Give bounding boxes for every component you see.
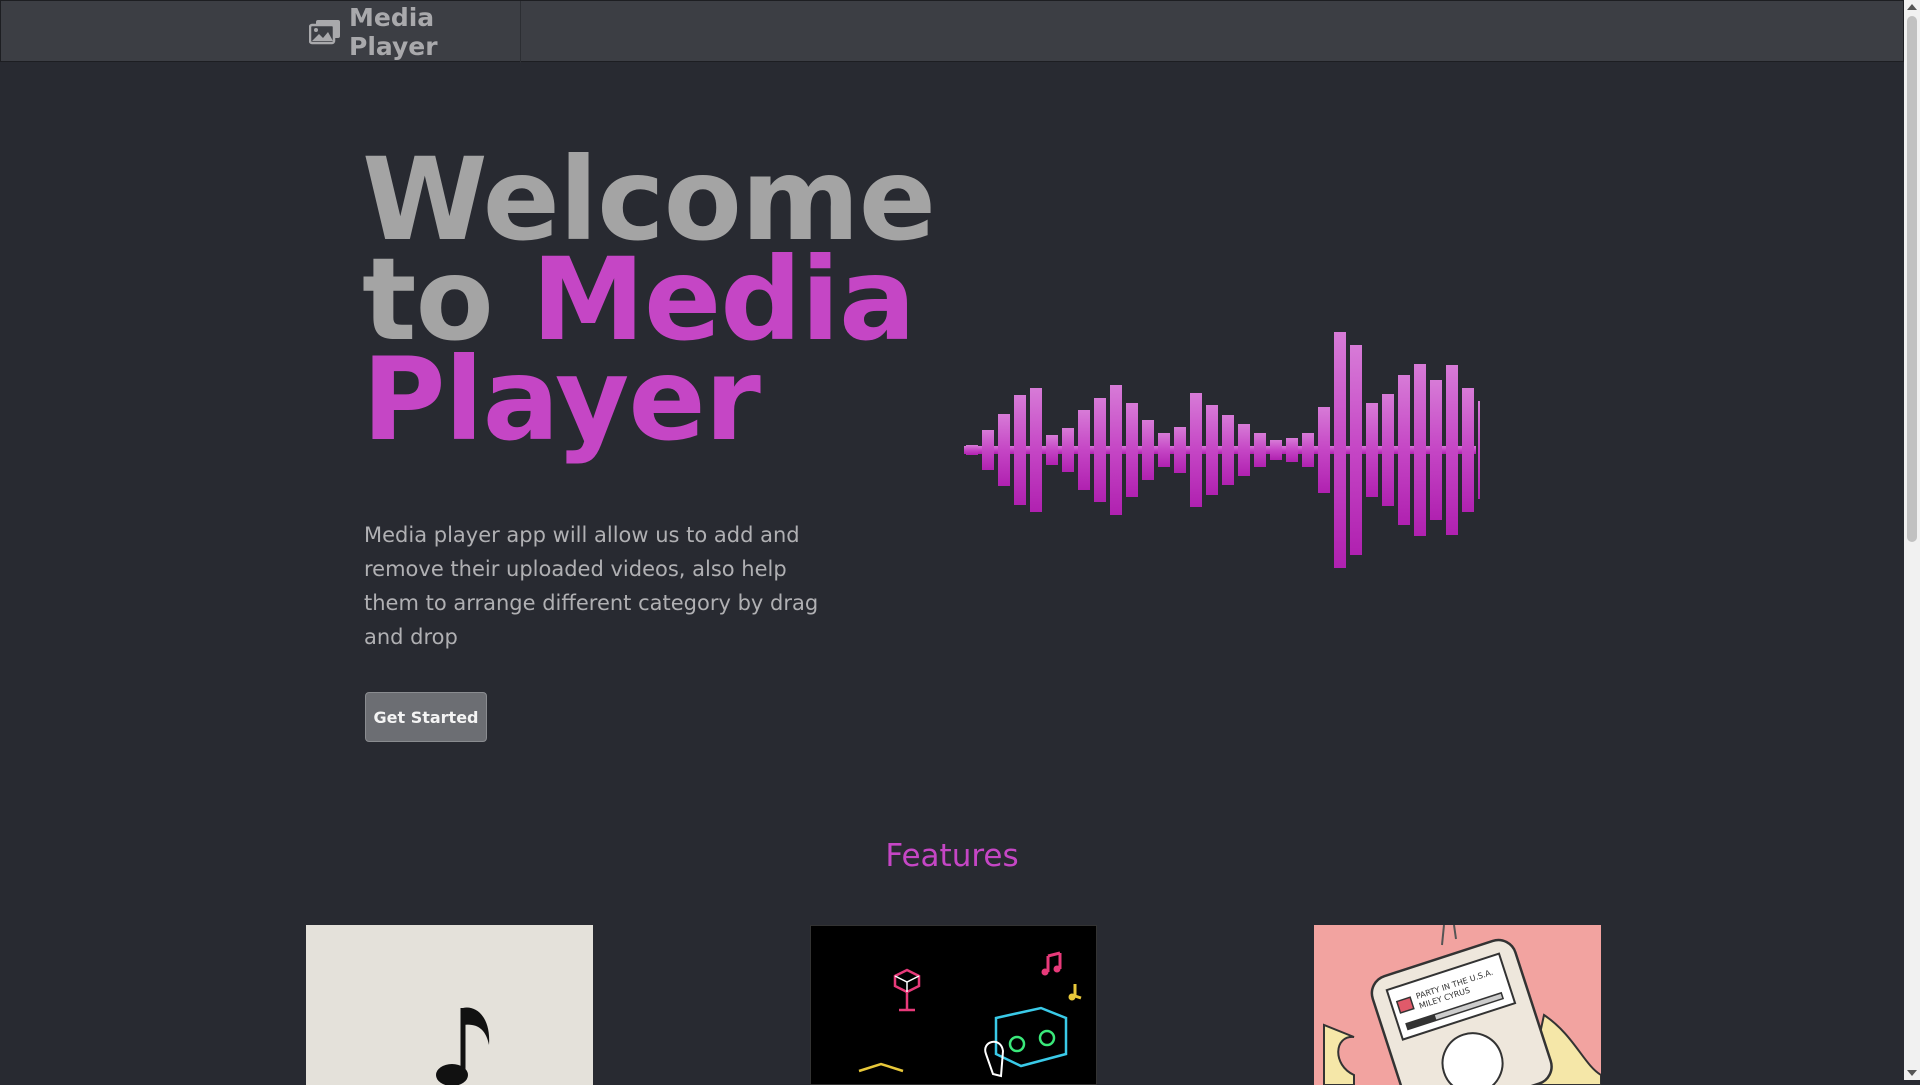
waveform-bar: [1078, 410, 1090, 490]
waveform-bar: [1046, 435, 1058, 465]
brand-link[interactable]: Media Player: [307, 1, 521, 63]
waveform-bar: [1062, 428, 1074, 472]
waveform-bar: [1366, 403, 1378, 497]
waveform-bar: [1110, 385, 1122, 515]
waveform-bar: [1382, 394, 1394, 506]
waveform-bar: [1174, 427, 1186, 473]
brand-title: Media Player: [349, 3, 438, 61]
waveform-bar: [1462, 388, 1474, 512]
feature-card-neon-party: [810, 925, 1097, 1085]
waveform-bar: [1158, 433, 1170, 467]
feature-card-music-note: [306, 925, 593, 1085]
waveform-bar: [1398, 375, 1410, 525]
waveform-bar: [1094, 398, 1106, 502]
waveform-bar: [998, 414, 1010, 486]
hero-title: Welcome to Media Player: [362, 143, 936, 457]
waveform-bar: [1302, 433, 1314, 467]
vertical-scrollbar[interactable]: [1904, 0, 1920, 1080]
music-note-icon: [306, 925, 593, 1085]
waveform-bar: [1206, 405, 1218, 495]
waveform-bar: [1286, 438, 1298, 462]
waveform-bar: [1238, 424, 1250, 476]
get-started-button[interactable]: Get Started: [365, 692, 487, 742]
waveform-bar: [1126, 403, 1138, 497]
features-heading: Features: [885, 838, 1019, 874]
waveform-bar: [1446, 365, 1458, 535]
scrollbar-thumb[interactable]: [1907, 16, 1917, 542]
scroll-up-arrow-icon[interactable]: [1907, 4, 1917, 10]
hero-description: Media player app will allow us to add an…: [364, 523, 819, 649]
waveform-bar: [1142, 420, 1154, 480]
hero-title-player: Player: [362, 333, 761, 466]
waveform-bar: [966, 445, 978, 455]
waveform-bar: [1350, 345, 1362, 555]
waveform-bar: [1014, 395, 1026, 505]
waveform-bar: [982, 430, 994, 470]
waveform-bar: [1190, 393, 1202, 507]
ipod-illustration: PARTY IN THE U.S.A. MILEY CYRUS: [1314, 925, 1601, 1085]
waveform-bar: [1478, 401, 1480, 499]
scroll-down-arrow-icon[interactable]: [1907, 1070, 1917, 1076]
waveform-bar: [1414, 364, 1426, 536]
waveform-bar: [1222, 415, 1234, 485]
neon-party-illustration: [811, 926, 1096, 1084]
waveform-bar: [1334, 332, 1346, 568]
waveform-bar: [1030, 388, 1042, 512]
audio-waveform-illustration: [964, 332, 1480, 568]
waveform-bar: [1318, 407, 1330, 493]
waveform-bar: [1254, 433, 1266, 467]
images-icon: [309, 19, 341, 45]
feature-card-ipod: PARTY IN THE U.S.A. MILEY CYRUS: [1314, 925, 1601, 1085]
waveform-bar: [1430, 380, 1442, 520]
navbar: Media Player: [0, 0, 1904, 63]
waveform-bar: [1270, 440, 1282, 460]
